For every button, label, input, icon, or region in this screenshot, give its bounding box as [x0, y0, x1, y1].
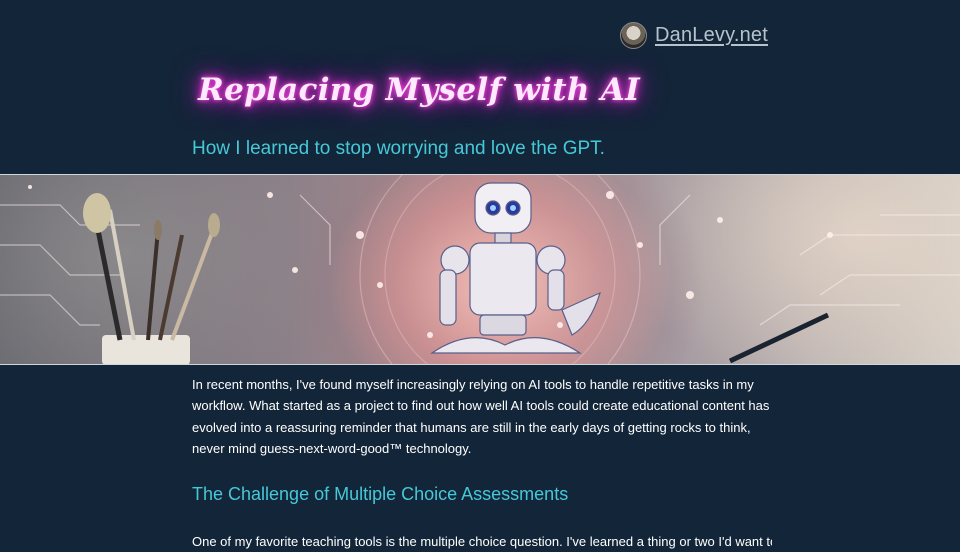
- pencil: [728, 312, 830, 364]
- brush-cup: [83, 193, 220, 364]
- hero-image: [0, 174, 960, 365]
- site-home-link[interactable]: DanLevy.net: [655, 24, 768, 47]
- next-paragraph: One of my favorite teaching tools is the…: [192, 534, 772, 549]
- hero-illustration: [0, 175, 960, 364]
- robot: [430, 182, 601, 354]
- top-nav: DanLevy.net: [620, 22, 768, 49]
- section-heading: The Challenge of Multiple Choice Assessm…: [192, 484, 569, 504]
- intro-paragraph: In recent months, I've found myself incr…: [192, 377, 770, 456]
- article-subtitle: How I learned to stop worrying and love …: [192, 138, 605, 159]
- avatar[interactable]: [620, 22, 647, 49]
- article-title: Replacing Myself with AI: [198, 72, 640, 108]
